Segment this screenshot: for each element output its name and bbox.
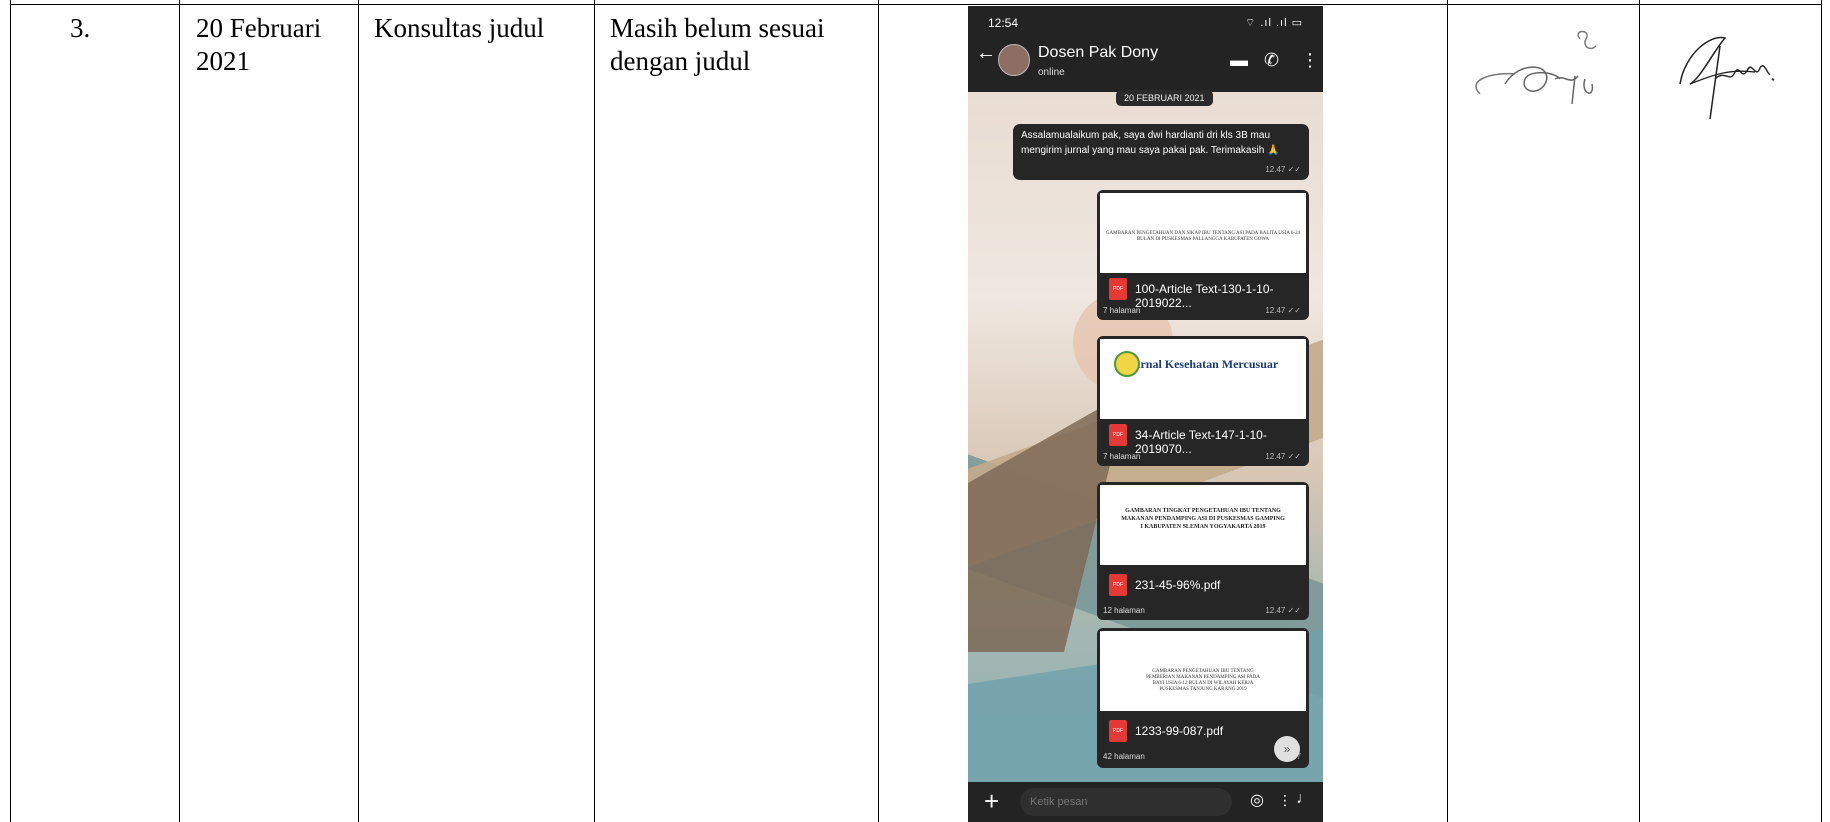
signature-supervisor [1475,30,1597,105]
document-preview-text-4: GAMBARAN PENGETAHUAN IBU TENTANG PEMBERI… [1146,669,1260,692]
camera-icon[interactable]: ◎ [1250,790,1264,810]
document-time-1: 12.47 ✓✓ [1265,306,1301,315]
signature-student [1679,36,1775,120]
table-border-col6 [1639,0,1640,822]
date-line1: 20 Februari [196,13,322,43]
document-time-2: 12.47 ✓✓ [1265,452,1301,461]
more-vert-icon[interactable]: ⋮ [1301,50,1319,71]
pdf-file-icon: PDF [1109,424,1127,446]
table-border-col2 [358,0,359,822]
document-preview-2: Jurnal Kesehatan Mercusuar [1100,339,1306,419]
date-line2: 2021 [196,46,250,76]
document-filename-3: 231-45-96%.pdf [1135,578,1221,592]
chat-input-bar: + Ketik pesan ◎ ⋮ ♩ [968,782,1323,822]
journal-logo-icon [1114,351,1140,377]
mic-icon[interactable]: ♩ [1296,790,1312,808]
document-preview-4: GAMBARAN PENGETAHUAN IBU TENTANG PEMBERI… [1100,631,1306,711]
video-call-icon[interactable]: ▬ [1230,50,1248,71]
row-number: 3. [70,13,91,43]
phone-call-icon[interactable]: ✆ [1264,50,1279,71]
table-border-col5 [1447,0,1448,822]
document-preview-text-1: GAMBARAN PENGETAHUAN DAN SIKAP IBU TENTA… [1105,231,1301,242]
date-pill: 20 FEBRUARI 2021 [1116,90,1213,106]
document-pages-2: 7 halaman [1103,452,1141,461]
message-time: 12.47 ✓✓ [1265,165,1301,174]
document-message-1[interactable]: GAMBARAN PENGETAHUAN DAN SIKAP IBU TENTA… [1097,190,1309,320]
table-border-col1 [179,0,180,822]
table-border-right [1821,0,1822,822]
document-preview-3: GAMBARAN TINGKAT PENGETAHUAN IBU TENTANG… [1100,485,1306,565]
document-message-2[interactable]: Jurnal Kesehatan Mercusuar PDF 34-Articl… [1097,336,1309,466]
contact-status: online [1038,67,1065,78]
table-border-col3 [594,0,595,822]
status-time: 12:54 [988,16,1019,30]
note-line2: dengan judul [610,46,751,76]
arrow-back-icon[interactable]: ← [976,42,996,65]
document-filename-4: 1233-99-087.pdf [1135,724,1224,738]
table-border-left [10,0,11,822]
pdf-file-icon: PDF [1109,720,1127,742]
table-border-col4 [878,0,879,822]
chat-header: 12:54 ⌔ .ıl .ıl ▭ ← Dosen Pak Dony onlin… [968,6,1323,92]
pdf-file-icon: PDF [1109,574,1127,596]
more-vert-icon[interactable]: ⋮ [1278,792,1292,809]
contact-name[interactable]: Dosen Pak Dony [1038,44,1158,62]
document-pages-4: 42 halaman [1103,752,1145,761]
avatar[interactable] [998,44,1030,76]
table-border-top [10,4,1822,5]
document-pages-1: 7 halaman [1103,306,1141,315]
message-text: Assalamualaikum pak, saya dwi hardianti … [1021,130,1280,156]
scroll-down-icon[interactable]: » [1274,736,1300,762]
document-preview-text-3: GAMBARAN TINGKAT PENGETAHUAN IBU TENTANG… [1121,508,1285,530]
document-preview-1: GAMBARAN PENGETAHUAN DAN SIKAP IBU TENTA… [1100,193,1306,273]
plus-icon[interactable]: + [984,786,999,817]
status-icons: ⌔ .ıl .ıl ▭ [1244,17,1303,29]
message-bubble[interactable]: Assalamualaikum pak, saya dwi hardianti … [1013,124,1309,180]
logbook-table [10,0,1822,822]
message-input[interactable]: Ketik pesan [1020,788,1232,816]
document-time-3: 12.47 ✓✓ [1265,606,1301,615]
whatsapp-screenshot: 12:54 ⌔ .ıl .ıl ▭ ← Dosen Pak Dony onlin… [968,6,1323,822]
note-line1: Masih belum sesuai [610,13,825,43]
document-pages-3: 12 halaman [1103,606,1145,615]
document-message-3[interactable]: GAMBARAN TINGKAT PENGETAHUAN IBU TENTANG… [1097,482,1309,620]
activity-text: Konsultas judul [374,13,545,43]
pdf-file-icon: PDF [1109,278,1127,300]
